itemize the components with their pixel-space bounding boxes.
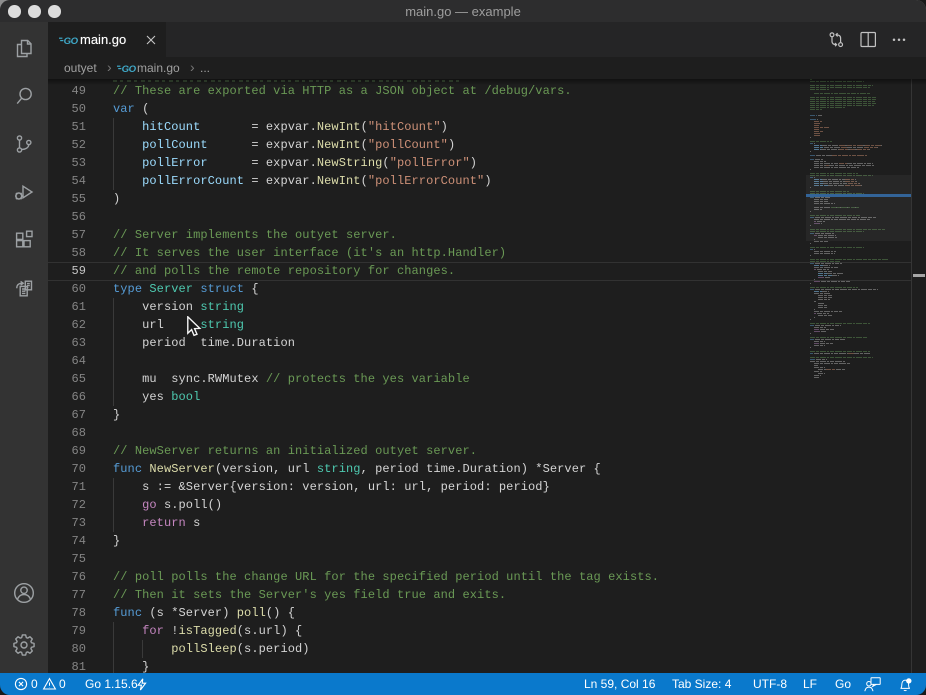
svg-text:GO: GO [122, 64, 137, 75]
svg-text:GO: GO [64, 36, 79, 47]
